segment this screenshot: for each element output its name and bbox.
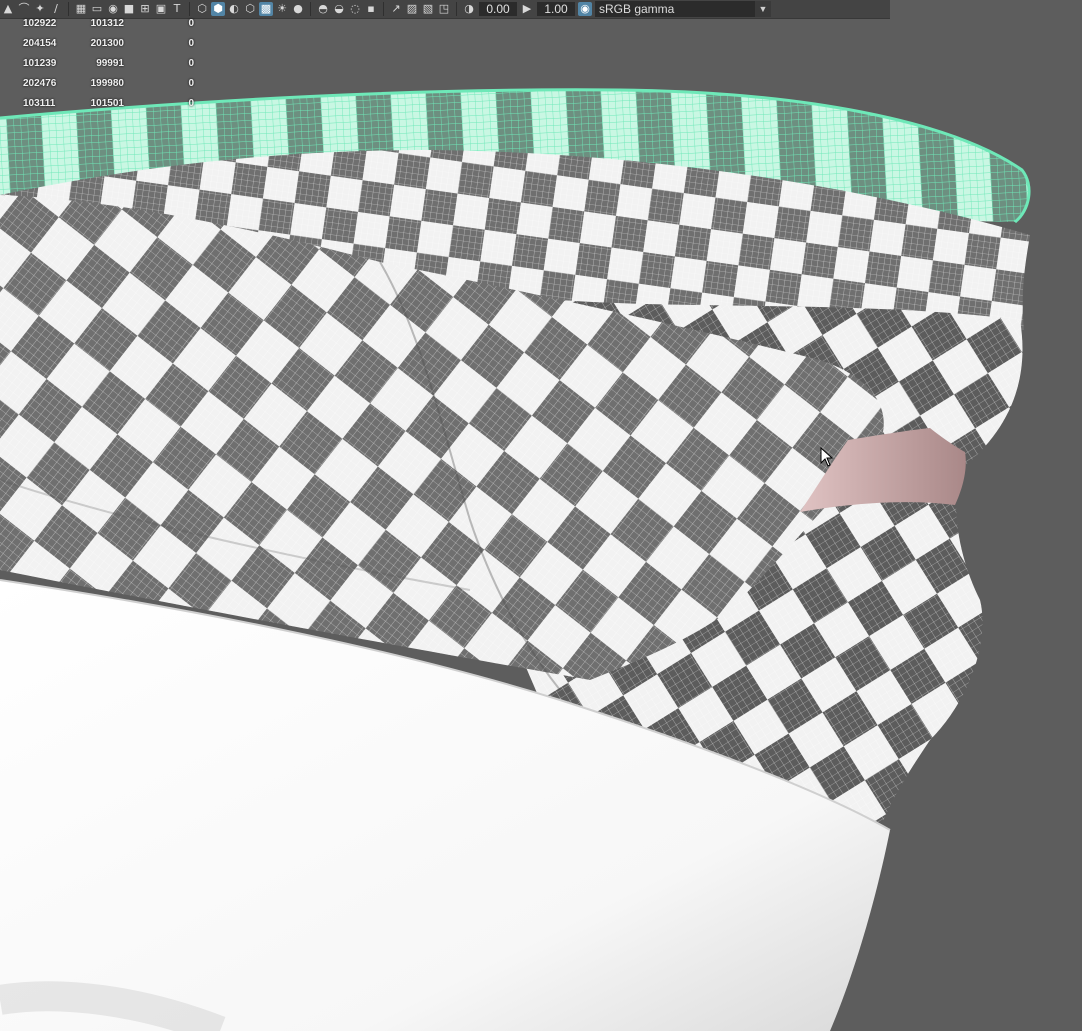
gate-mask-icon[interactable]: ■: [122, 2, 136, 16]
poly-count-hud: 102922 101312 0 204154 201300 0 101239 9…: [0, 18, 200, 118]
toolbar-divider: [310, 2, 311, 16]
shadows-icon[interactable]: ●: [291, 2, 305, 16]
xray-icon[interactable]: ▨: [405, 2, 419, 16]
hud-row-uvs: 103111 101501 0: [0, 98, 200, 118]
default-material-icon[interactable]: ◐: [227, 2, 241, 16]
hud-value: 99991: [96, 58, 124, 69]
exposure-field[interactable]: 0.00: [479, 2, 517, 16]
toolbar-divider: [456, 2, 457, 16]
smooth-shade-icon[interactable]: ⬢: [211, 2, 225, 16]
hud-value: 201300: [90, 38, 124, 49]
hud-value: 102922: [23, 18, 57, 29]
hud-value: 103111: [23, 98, 56, 109]
grid-icon[interactable]: ▦: [74, 2, 88, 16]
hud-value: 0: [188, 78, 194, 89]
hud-value: 0: [188, 98, 194, 109]
wireframe-on-shaded-icon[interactable]: ⬡: [243, 2, 257, 16]
hud-value: 199980: [90, 78, 124, 89]
toolbar-divider: [383, 2, 384, 16]
hud-row-verts: 102922 101312 0: [0, 18, 200, 38]
hud-value: 101501: [90, 98, 124, 109]
gamma-icon[interactable]: ▶: [520, 2, 534, 16]
hud-value: 202476: [23, 78, 57, 89]
color-space-dropdown[interactable]: sRGB gamma ▼: [595, 1, 771, 17]
select-icon[interactable]: ▲: [1, 2, 15, 16]
xray-joints-icon[interactable]: ▧: [421, 2, 435, 16]
textured-icon[interactable]: ▩: [259, 2, 273, 16]
lights-icon[interactable]: ☀: [275, 2, 289, 16]
hud-row-edges: 204154 201300 0: [0, 38, 200, 58]
resolution-gate-icon[interactable]: ◉: [106, 2, 120, 16]
paint-icon[interactable]: ✦: [33, 2, 47, 16]
anti-aliasing-icon[interactable]: ◌: [348, 2, 362, 16]
motion-blur-icon[interactable]: ◒: [332, 2, 346, 16]
chevron-down-icon[interactable]: ▼: [755, 1, 771, 17]
xray-components-icon[interactable]: ◳: [437, 2, 451, 16]
hud-value: 0: [188, 18, 194, 29]
hud-value: 101312: [90, 18, 124, 29]
mouse-cursor-icon: [820, 446, 834, 472]
color-management-icon[interactable]: ◉: [578, 2, 592, 16]
hud-value: 0: [188, 58, 194, 69]
hud-row-tris: 202476 199980 0: [0, 78, 200, 98]
lasso-icon[interactable]: ⌒: [17, 2, 31, 16]
ambient-occlusion-icon[interactable]: ◓: [316, 2, 330, 16]
wireframe-icon[interactable]: ⬡: [195, 2, 209, 16]
3d-viewport[interactable]: [0, 19, 1082, 1031]
hud-row-faces: 101239 99991 0: [0, 58, 200, 78]
hud-value: 204154: [23, 38, 57, 49]
viewport-scene: [0, 88, 1031, 1031]
text-icon[interactable]: T: [170, 2, 184, 16]
toolbar-divider: [68, 2, 69, 16]
isolate-icon[interactable]: ↗: [389, 2, 403, 16]
safe-action-icon[interactable]: ▣: [154, 2, 168, 16]
hud-value: 0: [188, 38, 194, 49]
depth-of-field-icon[interactable]: ▪: [364, 2, 378, 16]
toolbar-divider: [189, 2, 190, 16]
gamma-field[interactable]: 1.00: [537, 2, 575, 16]
color-space-value: sRGB gamma: [599, 2, 675, 16]
exposure-icon[interactable]: ◑: [462, 2, 476, 16]
brush-icon[interactable]: ∕: [49, 2, 63, 16]
viewport-toolbar: ▲ ⌒ ✦ ∕ ▦ ▭ ◉ ■ ⊞ ▣ T ⬡ ⬢ ◐ ⬡ ▩ ☀ ● ◓ ◒ …: [0, 0, 890, 19]
hud-value: 101239: [23, 58, 57, 69]
field-chart-icon[interactable]: ⊞: [138, 2, 152, 16]
film-gate-icon[interactable]: ▭: [90, 2, 104, 16]
